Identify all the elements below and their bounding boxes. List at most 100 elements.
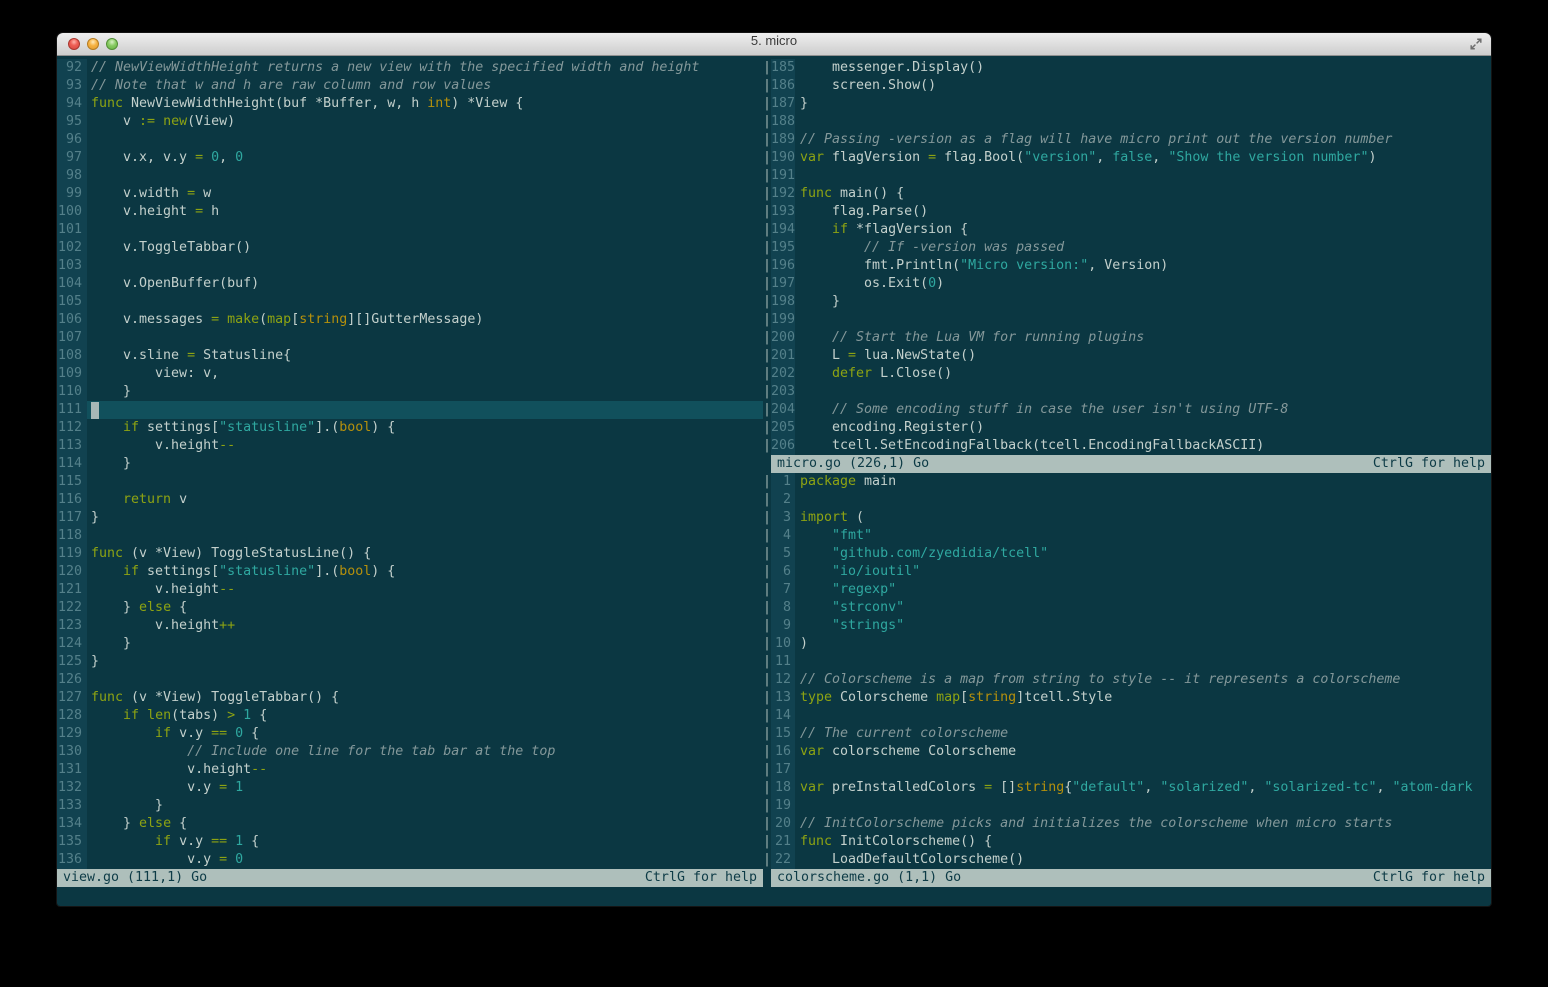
code-line-206[interactable]: | 206 tcell.SetEncodingFallback(tcell.Enc… (763, 437, 1491, 455)
code-line-16[interactable]: | 16 var colorscheme Colorscheme (763, 743, 1491, 761)
code-line-128[interactable]: 128 if len(tabs) > 1 { (57, 707, 763, 725)
code-line-96[interactable]: 96 (57, 131, 763, 149)
code-line-114[interactable]: 114 } (57, 455, 763, 473)
code-line-188[interactable]: | 188 (763, 113, 1491, 131)
code-line-192[interactable]: | 192 func main() { (763, 185, 1491, 203)
code-line-132[interactable]: 132 v.y = 1 (57, 779, 763, 797)
code-area-colorscheme-go[interactable]: | 1 package main | 2 | 3 import (| 4 "fmt" | 5 "gi… (763, 473, 1491, 869)
code-line-95[interactable]: 95 v := new(View) (57, 113, 763, 131)
code-line-3[interactable]: | 3 import ( (763, 509, 1491, 527)
code-line-205[interactable]: | 205 encoding.Register() (763, 419, 1491, 437)
code-line-199[interactable]: | 199 (763, 311, 1491, 329)
code-line-11[interactable]: | 11 (763, 653, 1491, 671)
code-line-186[interactable]: | 186 screen.Show() (763, 77, 1491, 95)
zoom-button[interactable] (106, 38, 118, 50)
code-area-micro-go[interactable]: | 185 messenger.Display() | 186 screen.Show… (763, 59, 1491, 455)
code-line-185[interactable]: | 185 messenger.Display() (763, 59, 1491, 77)
code-line-127[interactable]: 127 func (v *View) ToggleTabbar() { (57, 689, 763, 707)
code-line-1[interactable]: | 1 package main (763, 473, 1491, 491)
code-line-122[interactable]: 122 } else { (57, 599, 763, 617)
code-line-124[interactable]: 124 } (57, 635, 763, 653)
code-line-10[interactable]: | 10) (763, 635, 1491, 653)
code-line-111[interactable]: 111 (57, 401, 763, 419)
code-line-129[interactable]: 129 if v.y == 0 { (57, 725, 763, 743)
code-line-102[interactable]: 102 v.ToggleTabbar() (57, 239, 763, 257)
pane-colorscheme-go[interactable]: | 1 package main | 2 | 3 import (| 4 "fmt" | 5 "gi… (763, 473, 1491, 887)
code-line-106[interactable]: 106 v.messages = make(map[string][]Gutte… (57, 311, 763, 329)
code-line-17[interactable]: | 17 (763, 761, 1491, 779)
code-line-126[interactable]: 126 (57, 671, 763, 689)
code-line-107[interactable]: 107 (57, 329, 763, 347)
code-line-200[interactable]: | 200 // Start the Lua VM for running plu… (763, 329, 1491, 347)
code-line-119[interactable]: 119 func (v *View) ToggleStatusLine() { (57, 545, 763, 563)
code-line-110[interactable]: 110 } (57, 383, 763, 401)
code-line-204[interactable]: | 204 // Some encoding stuff in case the … (763, 401, 1491, 419)
code-line-14[interactable]: | 14 (763, 707, 1491, 725)
code-line-123[interactable]: 123 v.height++ (57, 617, 763, 635)
code-line-133[interactable]: 133 } (57, 797, 763, 815)
titlebar[interactable]: 5. micro (57, 33, 1491, 56)
code-line-6[interactable]: | 6 "io/ioutil" (763, 563, 1491, 581)
pane-view-go[interactable]: 92 // NewViewWidthHeight returns a new vi… (57, 59, 763, 887)
code-line-97[interactable]: 97 v.x, v.y = 0, 0 (57, 149, 763, 167)
code-line-99[interactable]: 99 v.width = w (57, 185, 763, 203)
code-line-187[interactable]: | 187} (763, 95, 1491, 113)
code-line-20[interactable]: | 20 // InitColorscheme picks and initiali… (763, 815, 1491, 833)
code-line-112[interactable]: 112 if settings["statusline"].(bool) { (57, 419, 763, 437)
code-line-13[interactable]: | 13 type Colorscheme map[string]tcell.Sty… (763, 689, 1491, 707)
code-line-98[interactable]: 98 (57, 167, 763, 185)
code-line-12[interactable]: | 12 // Colorscheme is a map from string t… (763, 671, 1491, 689)
code-line-21[interactable]: | 21 func InitColorscheme() { (763, 833, 1491, 851)
code-line-9[interactable]: | 9 "strings" (763, 617, 1491, 635)
code-line-115[interactable]: 115 (57, 473, 763, 491)
code-line-7[interactable]: | 7 "regexp" (763, 581, 1491, 599)
code-line-130[interactable]: 130 // Include one line for the tab bar … (57, 743, 763, 761)
code-line-202[interactable]: | 202 defer L.Close() (763, 365, 1491, 383)
code-line-4[interactable]: | 4 "fmt" (763, 527, 1491, 545)
code-line-19[interactable]: | 19 (763, 797, 1491, 815)
code-line-189[interactable]: | 189 // Passing -version as a flag will h… (763, 131, 1491, 149)
code-area-view-go[interactable]: 92 // NewViewWidthHeight returns a new vi… (57, 59, 763, 869)
code-line-195[interactable]: | 195 // If -version was passed (763, 239, 1491, 257)
code-line-120[interactable]: 120 if settings["statusline"].(bool) { (57, 563, 763, 581)
code-line-194[interactable]: | 194 if *flagVersion { (763, 221, 1491, 239)
code-line-118[interactable]: 118 (57, 527, 763, 545)
code-line-22[interactable]: | 22 LoadDefaultColorscheme() (763, 851, 1491, 869)
code-line-18[interactable]: | 18 var preInstalledColors = []string{"de… (763, 779, 1491, 797)
code-line-103[interactable]: 103 (57, 257, 763, 275)
code-line-105[interactable]: 105 (57, 293, 763, 311)
code-line-190[interactable]: | 190 var flagVersion = flag.Bool("version… (763, 149, 1491, 167)
code-line-15[interactable]: | 15 // The current colorscheme (763, 725, 1491, 743)
code-line-131[interactable]: 131 v.height-- (57, 761, 763, 779)
code-line-125[interactable]: 125} (57, 653, 763, 671)
pane-micro-go[interactable]: | 185 messenger.Display() | 186 screen.Show… (763, 59, 1491, 473)
code-line-191[interactable]: | 191 (763, 167, 1491, 185)
code-line-121[interactable]: 121 v.height-- (57, 581, 763, 599)
code-line-134[interactable]: 134 } else { (57, 815, 763, 833)
code-line-196[interactable]: | 196 fmt.Println("Micro version:", Versi… (763, 257, 1491, 275)
code-line-198[interactable]: | 198 } (763, 293, 1491, 311)
code-line-93[interactable]: 93 // Note that w and h are raw column an… (57, 77, 763, 95)
code-line-136[interactable]: 136 v.y = 0 (57, 851, 763, 869)
minimize-button[interactable] (87, 38, 99, 50)
code-line-104[interactable]: 104 v.OpenBuffer(buf) (57, 275, 763, 293)
code-line-92[interactable]: 92 // NewViewWidthHeight returns a new vi… (57, 59, 763, 77)
code-line-113[interactable]: 113 v.height-- (57, 437, 763, 455)
code-line-101[interactable]: 101 (57, 221, 763, 239)
code-line-94[interactable]: 94 func NewViewWidthHeight(buf *Buffer, w… (57, 95, 763, 113)
code-line-108[interactable]: 108 v.sline = Statusline{ (57, 347, 763, 365)
command-line[interactable] (57, 887, 1491, 906)
code-line-100[interactable]: 100 v.height = h (57, 203, 763, 221)
resize-icon[interactable] (1469, 37, 1483, 51)
code-line-116[interactable]: 116 return v (57, 491, 763, 509)
code-line-8[interactable]: | 8 "strconv" (763, 599, 1491, 617)
code-line-5[interactable]: | 5 "github.com/zyedidia/tcell" (763, 545, 1491, 563)
code-line-193[interactable]: | 193 flag.Parse() (763, 203, 1491, 221)
close-button[interactable] (68, 38, 80, 50)
code-line-201[interactable]: | 201 L = lua.NewState() (763, 347, 1491, 365)
code-line-117[interactable]: 117} (57, 509, 763, 527)
code-line-109[interactable]: 109 view: v, (57, 365, 763, 383)
code-line-135[interactable]: 135 if v.y == 1 { (57, 833, 763, 851)
code-line-2[interactable]: | 2 (763, 491, 1491, 509)
code-line-197[interactable]: | 197 os.Exit(0) (763, 275, 1491, 293)
